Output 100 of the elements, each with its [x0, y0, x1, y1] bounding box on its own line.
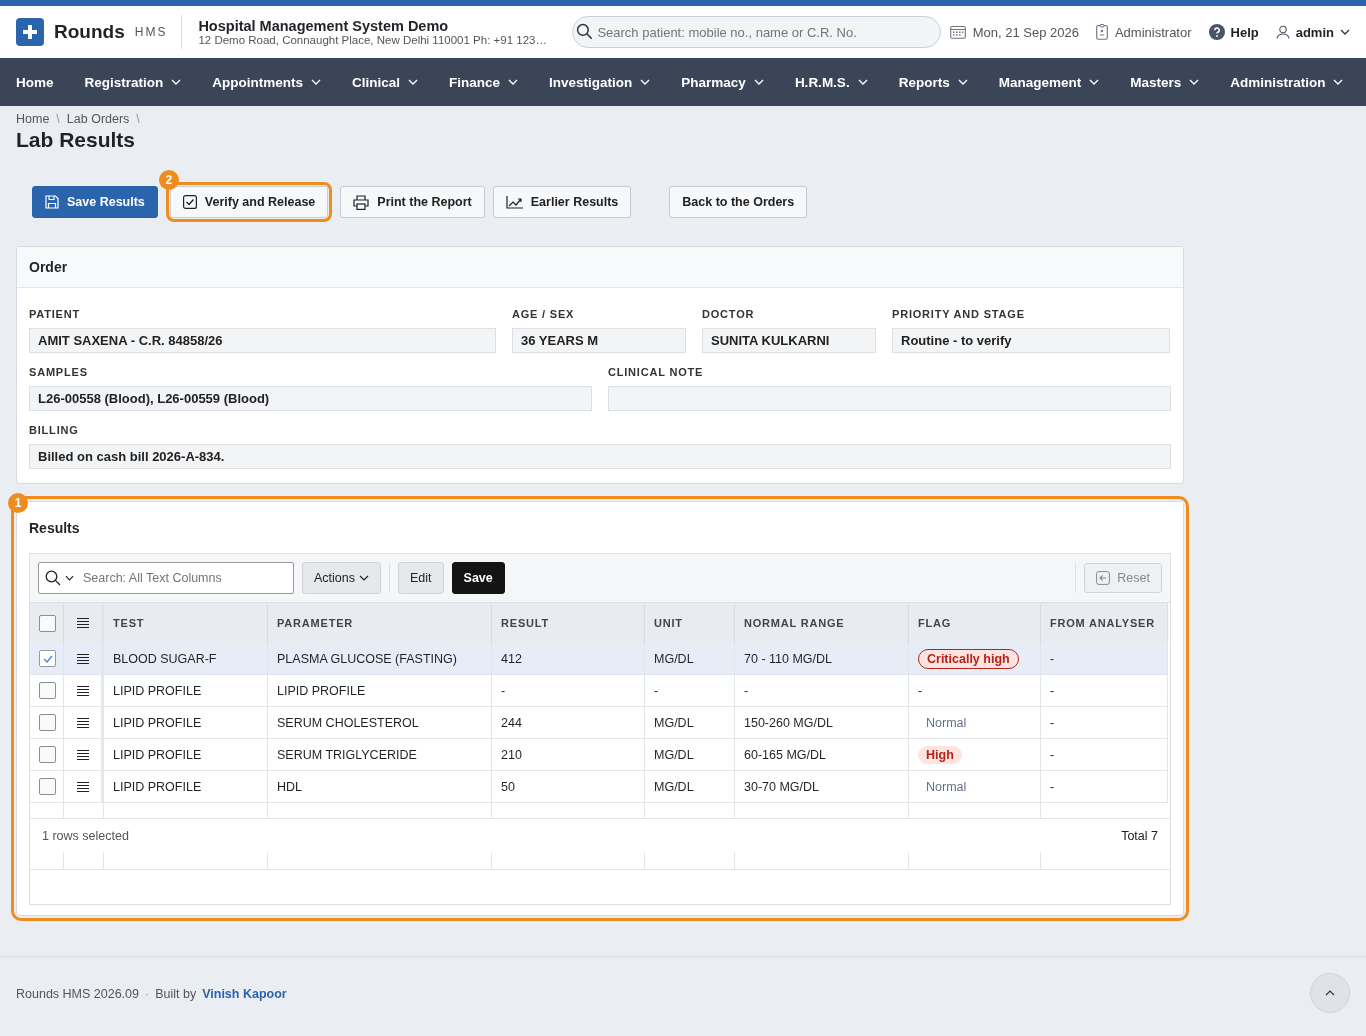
nav-menu-item[interactable]: Administration: [1230, 74, 1344, 90]
table-cell: SERUM CHOLESTEROL: [268, 707, 492, 739]
column-header[interactable]: TEST: [104, 603, 268, 643]
table-cell: -: [1041, 643, 1168, 675]
chevron-down-icon: [171, 79, 182, 85]
field-label: BILLING: [29, 424, 80, 436]
toolbar-button[interactable]: Edit: [398, 562, 444, 594]
chevron-down-icon: [640, 79, 651, 85]
floppy-disk-icon: [45, 195, 59, 209]
drag-handle-icon[interactable]: [76, 685, 89, 696]
table-cell: 30-70 MG/DL: [735, 771, 909, 803]
drag-handle-icon[interactable]: [76, 781, 89, 792]
nav-menu-item[interactable]: Investigation: [549, 74, 651, 90]
help-icon: [1208, 24, 1225, 40]
table-cell: -: [1041, 739, 1168, 771]
user-menu[interactable]: admin: [1275, 24, 1350, 40]
table-cell: LIPID PROFILE: [104, 675, 268, 707]
printer-icon: [353, 194, 370, 210]
field-label: SAMPLES: [29, 366, 89, 378]
column-header[interactable]: NORMAL RANGE: [735, 603, 909, 643]
readonly-field: 36 YEARS M: [512, 328, 686, 353]
patient-search-field[interactable]: Search patient: mobile no., name or C.R. No.: [572, 16, 942, 48]
nav-menu-item[interactable]: Masters: [1130, 74, 1200, 90]
column-header[interactable]: UNIT: [645, 603, 735, 643]
chevron-down-icon: [311, 79, 322, 85]
column-header[interactable]: FROM ANALYSER: [1041, 603, 1168, 643]
chevron-down-icon: [1189, 79, 1200, 85]
row-checkbox[interactable]: [39, 746, 56, 763]
logo-icon: [16, 18, 44, 46]
table-cell: -: [1041, 675, 1168, 707]
nav-menu-item[interactable]: Registration: [84, 74, 182, 90]
author-link[interactable]: Vinish Kapoor: [202, 986, 287, 1001]
toolbar-button[interactable]: Save: [451, 562, 505, 594]
checkbox-tick-icon: [182, 195, 197, 209]
search-icon: [576, 23, 594, 40]
row-total: Total 7: [1121, 828, 1158, 843]
table-cell: 210: [492, 739, 645, 771]
flag-label: Normal: [925, 778, 968, 796]
readonly-field: SUNITA KULKARNI: [702, 328, 876, 353]
user-icon: [1275, 25, 1290, 39]
current-date: Mon, 21 Sep 2026: [972, 24, 1079, 40]
table-cell: HDL: [268, 771, 492, 803]
nav-menu-item[interactable]: Pharmacy: [681, 74, 764, 90]
line-chart-icon: [505, 195, 523, 209]
table-cell: MG/DL: [645, 771, 735, 803]
column-header[interactable]: RESULT: [492, 603, 645, 643]
table-cell: PLASMA GLUCOSE (FASTING): [268, 643, 492, 675]
chevron-down-icon: [408, 79, 419, 85]
column-header[interactable]: FLAG: [909, 603, 1041, 643]
nav-menu-item[interactable]: Reports: [898, 74, 968, 90]
drag-handle-icon[interactable]: [76, 717, 89, 728]
table-search-field[interactable]: Search: All Text Columns: [38, 562, 294, 594]
list-lines-icon: [76, 618, 89, 628]
table-cell: 70 - 110 MG/DL: [735, 643, 909, 675]
field-label: PATIENT: [29, 308, 82, 320]
chevron-down-icon: [753, 79, 764, 85]
row-checkbox[interactable]: [39, 650, 56, 667]
drag-handle-icon[interactable]: [76, 749, 89, 760]
row-checkbox[interactable]: [39, 714, 56, 731]
flag-label: Normal: [925, 714, 968, 732]
organization-address: 12 Demo Road, Connaught Place, New Delhi 110001 Ph: +91 123…: [198, 34, 548, 46]
toolbar-button[interactable]: Actions: [302, 562, 381, 594]
breadcrumb-link[interactable]: Home: [16, 112, 50, 126]
undo-icon: [1096, 571, 1111, 585]
action-button[interactable]: Verify and Release: [169, 186, 329, 218]
user-role: Administrator: [1114, 24, 1192, 40]
breadcrumb-link[interactable]: Lab Orders: [66, 112, 130, 126]
action-button[interactable]: Print the Report: [340, 186, 485, 218]
brand-suffix: HMS: [134, 25, 168, 39]
nav-menu-item[interactable]: Clinical: [352, 74, 419, 90]
table-cell: -: [1041, 771, 1168, 803]
table-cell: -: [645, 675, 735, 707]
column-header[interactable]: PARAMETER: [268, 603, 492, 643]
action-button[interactable]: Earlier Results: [492, 186, 632, 218]
chevron-down-icon: [1333, 79, 1344, 85]
chevron-down-icon: [1089, 79, 1100, 85]
table-cell: 412: [492, 643, 645, 675]
action-button[interactable]: Back to the Orders: [669, 186, 808, 218]
row-checkbox[interactable]: [39, 682, 56, 699]
table-cell: -: [735, 675, 909, 707]
table-cell: 150-260 MG/DL: [735, 707, 909, 739]
row-checkbox[interactable]: [39, 778, 56, 795]
nav-menu-item[interactable]: Finance: [449, 74, 519, 90]
action-button[interactable]: Save Results: [32, 186, 158, 218]
breadcrumb-separator: \: [56, 112, 60, 126]
chevron-down-icon: [857, 79, 868, 85]
brand-name: Rounds: [54, 21, 125, 43]
select-all-checkbox[interactable]: [39, 614, 56, 632]
footer-credit: Built by: [155, 986, 197, 1001]
drag-handle-icon[interactable]: [76, 653, 89, 664]
chevron-down-icon: [508, 79, 519, 85]
help-link[interactable]: Help: [1208, 24, 1259, 40]
nav-menu-item[interactable]: H.R.M.S.: [794, 74, 868, 90]
nav-menu-item[interactable]: Appointments: [212, 74, 322, 90]
id-badge-icon: [1095, 24, 1108, 40]
field-label: CLINICAL NOTE: [608, 366, 705, 378]
nav-menu-item[interactable]: Home: [16, 74, 54, 90]
table-cell: LIPID PROFILE: [104, 739, 268, 771]
nav-menu-item[interactable]: Management: [998, 74, 1100, 90]
readonly-field: Billed on cash bill 2026-A-834.: [29, 444, 1171, 469]
